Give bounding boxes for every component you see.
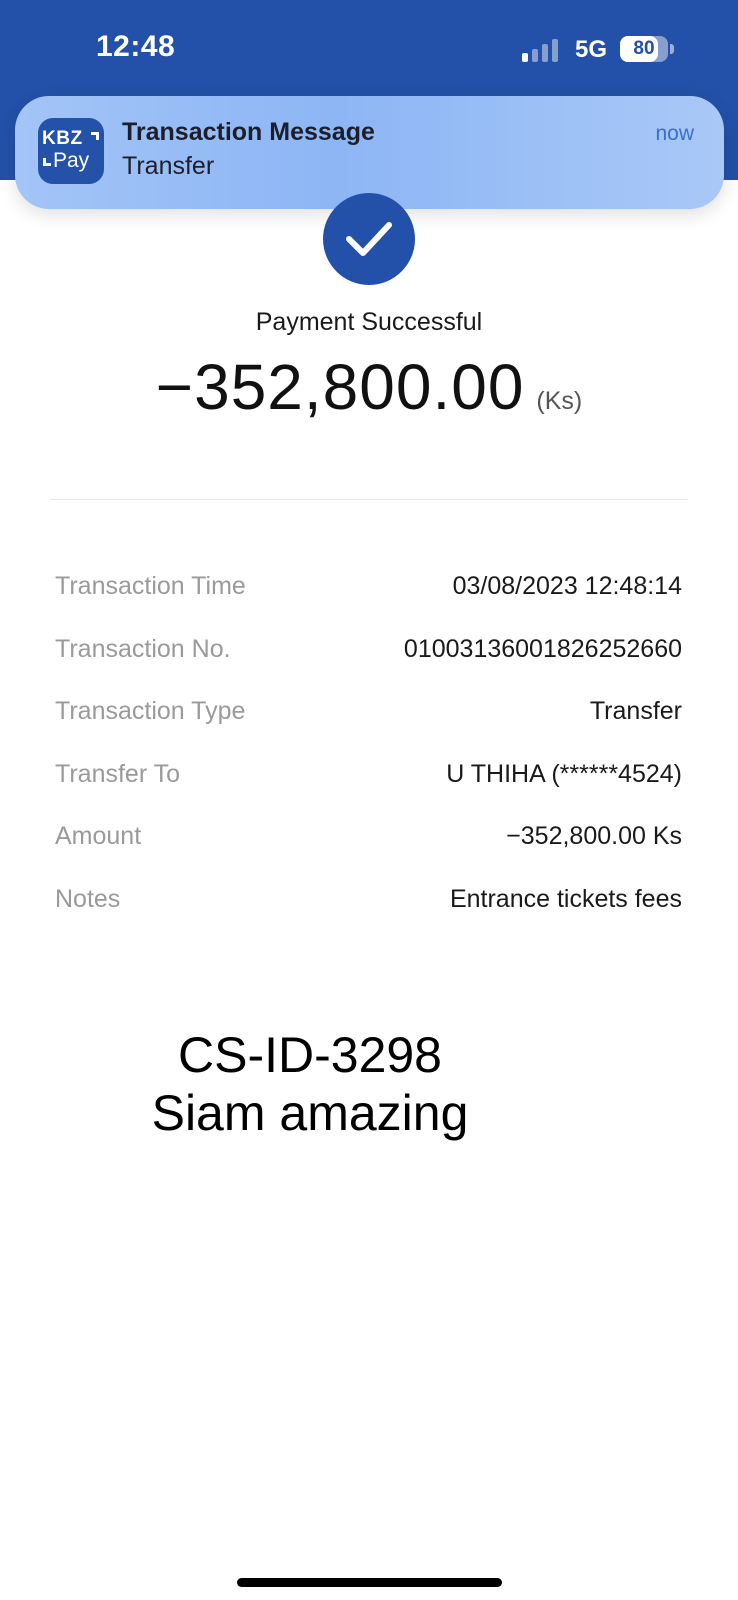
detail-row-notes: Notes Entrance tickets fees	[55, 885, 682, 948]
status-time: 12:48	[96, 30, 176, 63]
detail-row-transaction-no: Transaction No. 01003136001826252660	[55, 635, 682, 698]
battery-level: 80	[633, 38, 655, 59]
notification-body: Transfer	[122, 152, 215, 180]
detail-row-transaction-type: Transaction Type Transfer	[55, 697, 682, 760]
detail-row-transaction-time: Transaction Time 03/08/2023 12:48:14	[55, 572, 682, 635]
detail-value: −352,800.00 Ks	[506, 822, 682, 850]
notification-title: Transaction Message	[122, 118, 375, 146]
home-indicator[interactable]	[237, 1578, 502, 1587]
detail-label: Transaction Time	[55, 572, 246, 600]
app-icon-corner-mark	[43, 158, 51, 166]
app-icon-corner-mark	[91, 132, 99, 140]
signal-strength-icon	[522, 38, 562, 62]
amount-value: −352,800.00	[155, 351, 525, 423]
detail-value: 03/08/2023 12:48:14	[452, 572, 682, 600]
detail-label: Transfer To	[55, 759, 181, 788]
overlay-line-name: Siam amazing	[151, 1085, 469, 1141]
overlay-annotation: CS-ID-3298 Siam amazing	[140, 1026, 480, 1142]
detail-row-transfer-to: Transfer To U THIHA (******4524)	[55, 760, 682, 823]
detail-value: Transfer	[589, 697, 682, 725]
amount-display: −352,800.00 (Ks)	[0, 350, 738, 440]
detail-label: Transaction No.	[55, 634, 231, 663]
detail-label: Amount	[55, 822, 142, 850]
detail-label: Transaction Type	[55, 697, 246, 725]
notification-time: now	[655, 122, 694, 145]
detail-label: Notes	[55, 884, 121, 913]
battery-nub	[670, 44, 674, 54]
battery-icon: 80	[620, 36, 668, 62]
detail-value: 01003136001826252660	[403, 634, 682, 663]
detail-value: U THIHA (******4524)	[446, 759, 682, 788]
transaction-details: Transaction Time 03/08/2023 12:48:14 Tra…	[55, 572, 682, 947]
overlay-line-id: CS-ID-3298	[178, 1027, 442, 1083]
checkmark-icon	[323, 193, 415, 285]
network-type: 5G	[575, 36, 608, 63]
payment-status: Payment Successful	[255, 308, 483, 336]
divider	[50, 499, 688, 500]
amount-currency: (Ks)	[536, 387, 583, 415]
detail-value: Entrance tickets fees	[449, 884, 682, 913]
status-bar: 12:48 5G 80	[0, 0, 738, 100]
detail-row-amount: Amount −352,800.00 Ks	[55, 822, 682, 885]
app-icon-text-bottom: Pay	[53, 149, 90, 172]
kbzpay-app-icon: KBZ Pay	[38, 118, 104, 184]
app-icon-text-top: KBZ	[42, 128, 83, 149]
